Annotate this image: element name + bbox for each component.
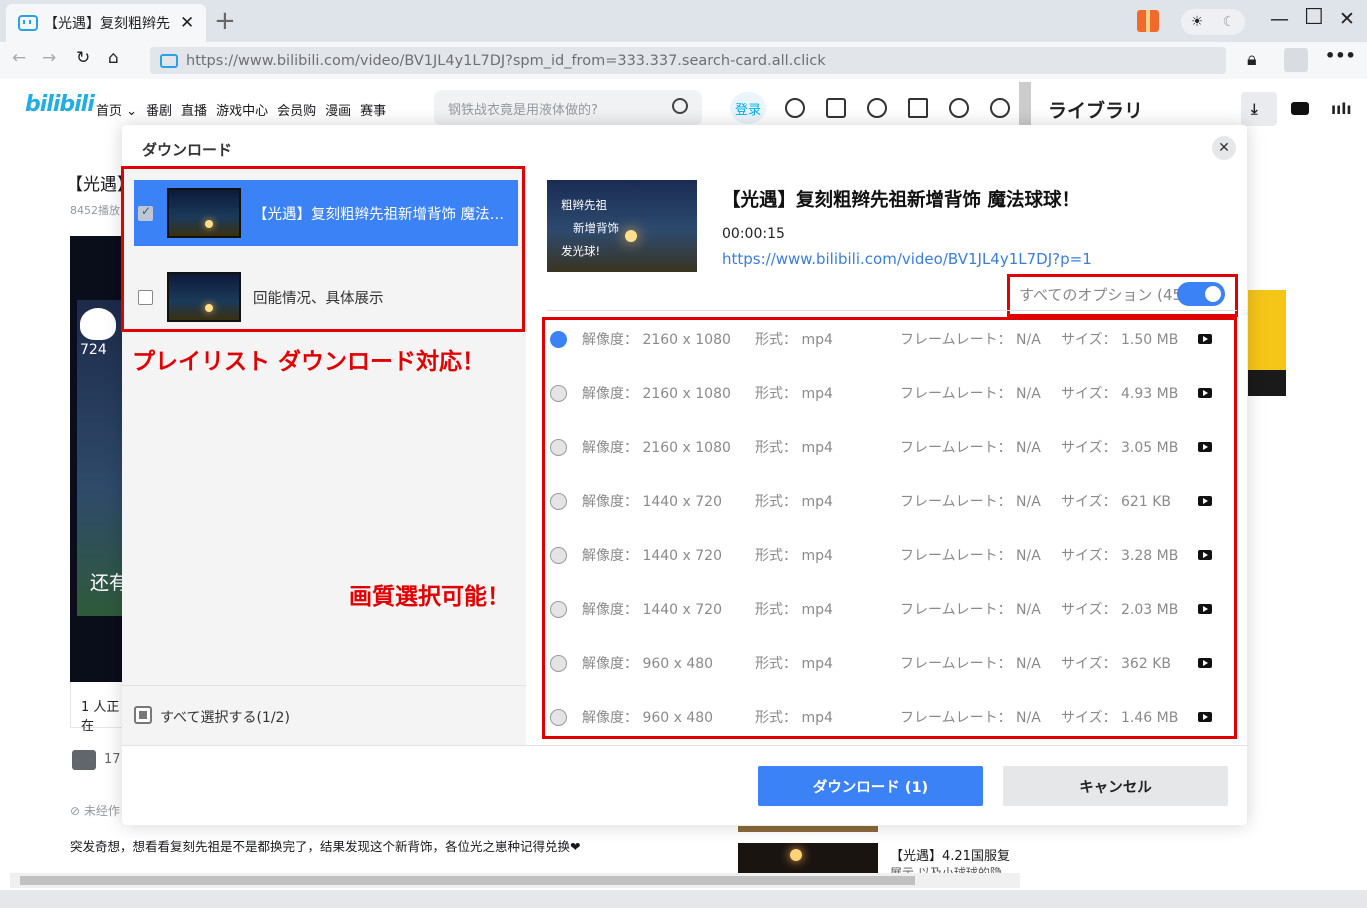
nav-item-esports[interactable]: 赛事	[360, 100, 386, 119]
cancel-button[interactable]: キャンセル	[1003, 766, 1228, 806]
bilibili-favicon-icon	[18, 15, 38, 31]
favorite-star-icon[interactable]	[908, 98, 928, 118]
dialog-close-button[interactable]: ✕	[1212, 136, 1236, 160]
sun-icon[interactable]: ☀	[1191, 14, 1204, 30]
reload-icon[interactable]: ↻	[76, 48, 90, 68]
youtube-icon[interactable]	[1291, 102, 1309, 115]
scrollbar-thumb[interactable]	[20, 876, 915, 885]
playlist-highlight-box	[121, 166, 525, 332]
library-download-tab[interactable]	[1241, 92, 1277, 126]
bilibili-search-input[interactable]: 钢铁战衣竟是用液体做的?	[434, 90, 702, 126]
quality-annotation: 画質選択可能！	[349, 584, 510, 610]
url-text: https://www.bilibili.com/video/BV1JL4y1L…	[186, 52, 826, 69]
nav-item-live[interactable]: 直播	[181, 100, 207, 119]
recommend-title[interactable]: 【光遇】4.21国服复	[890, 845, 1010, 864]
bilibili-nav: 首页 ⌄ 番剧 直播 游戏中心 会员购 漫画 赛事	[96, 100, 386, 119]
nav-item-anime[interactable]: 番剧	[146, 100, 172, 119]
close-window-button[interactable]: ✕	[1339, 8, 1355, 30]
like-icon[interactable]	[72, 750, 96, 770]
moon-icon[interactable]: ☾	[1223, 14, 1236, 30]
tab-close-icon[interactable]: ✕	[180, 13, 194, 33]
nav-item-games[interactable]: 游戏中心	[216, 100, 268, 119]
viewers-count: 1 人正在	[70, 682, 126, 734]
dynamic-icon[interactable]	[867, 98, 887, 118]
lock-icon[interactable]: 🔒︎	[1247, 49, 1257, 70]
warning-text: ⊘ 未经作	[70, 804, 120, 818]
format-highlight-box	[542, 317, 1237, 739]
download-button[interactable]: ダウンロード (1)	[758, 766, 983, 806]
video-description: 突发奇想，想看看复刻先祖是不是都换完了，结果发现这个新背饰，各位光之崽种记得兑换…	[70, 839, 581, 854]
download-icon[interactable]: ⤓	[1251, 100, 1258, 118]
heart-icon	[80, 308, 116, 340]
new-tab-button[interactable]: +	[214, 6, 236, 36]
minimize-button[interactable]: —	[1270, 8, 1289, 30]
video-thumbnail: 粗辫先祖 新增背饰 发光球!	[547, 180, 697, 272]
vip-icon[interactable]	[785, 98, 805, 118]
login-button[interactable]: 登录	[730, 92, 766, 124]
video-count: 724	[80, 342, 107, 358]
divider	[547, 310, 1237, 311]
audio-wave-icon[interactable]: ıılı	[1331, 100, 1352, 118]
home-icon[interactable]: ⌂	[108, 48, 119, 68]
thumbnail-caption: 粗辫先祖 新增背饰 发光球!	[561, 198, 619, 258]
video-meta-partial: 8452播放	[70, 204, 120, 217]
video-url-link[interactable]: https://www.bilibili.com/video/BV1JL4y1L…	[722, 250, 1092, 268]
menu-dots-icon[interactable]: •••	[1325, 46, 1356, 65]
nav-item-manga[interactable]: 漫画	[325, 100, 351, 119]
back-arrow-icon[interactable]: ←	[12, 48, 26, 68]
address-bar[interactable]: https://www.bilibili.com/video/BV1JL4y1L…	[150, 47, 1226, 74]
library-title: ライブラリ	[1048, 100, 1144, 122]
page-scrollbar[interactable]	[1019, 82, 1031, 126]
recommend-thumb[interactable]	[738, 826, 878, 832]
gift-icon[interactable]	[1137, 10, 1159, 32]
bilibili-favicon-icon	[160, 53, 178, 68]
bilibili-logo[interactable]: bilibili	[25, 92, 95, 117]
recommend-thumb[interactable]	[738, 843, 878, 873]
browser-tab[interactable]: 【光遇】复刻粗辫先 ✕	[6, 4, 206, 42]
dialog-title: ダウンロード	[142, 141, 233, 159]
tab-title: 【光遇】复刻粗辫先	[44, 16, 170, 32]
search-icon[interactable]	[672, 98, 688, 114]
select-all-checkbox[interactable]	[134, 706, 152, 724]
history-clock-icon[interactable]	[949, 98, 969, 118]
creator-bulb-icon[interactable]	[990, 98, 1010, 118]
extension-icon[interactable]	[1284, 48, 1308, 72]
dialog-footer-divider	[122, 745, 1247, 746]
horizontal-scrollbar[interactable]	[10, 873, 1020, 888]
forward-arrow-icon[interactable]: →	[42, 48, 56, 68]
status-bar	[0, 890, 1367, 908]
video-title: 【光遇】复刻粗辫先祖新增背饰 魔法球球！	[722, 190, 1080, 211]
video-duration: 00:00:15	[722, 226, 785, 242]
side-graphic	[1248, 370, 1286, 396]
nav-item-shop[interactable]: 会员购	[277, 100, 316, 119]
playlist-annotation: プレイリスト ダウンロード対応！	[132, 349, 486, 375]
select-all-label[interactable]: すべて選択する(1/2)	[160, 707, 290, 727]
message-icon[interactable]	[826, 98, 846, 118]
search-placeholder: 钢铁战衣竟是用液体做的?	[448, 102, 598, 118]
nav-item-home[interactable]: 首页 ⌄	[96, 100, 137, 119]
maximize-button[interactable]: ☐	[1304, 5, 1324, 30]
side-graphic	[1248, 290, 1286, 370]
theme-toggle[interactable]: ☀ ☾	[1181, 9, 1245, 35]
